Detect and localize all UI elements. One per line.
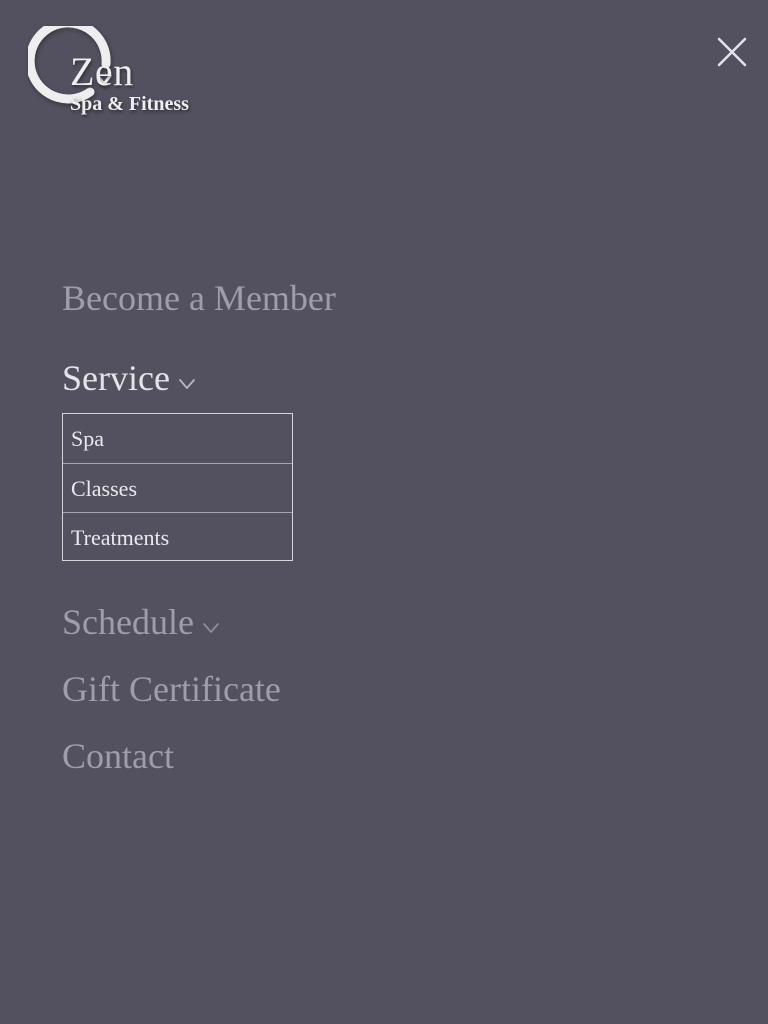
- nav-item-service[interactable]: Service: [62, 354, 196, 402]
- submenu-item-classes[interactable]: Classes: [63, 463, 292, 512]
- submenu-item-spa[interactable]: Spa: [63, 414, 292, 463]
- nav-item-label: Become a Member: [62, 278, 336, 318]
- chevron-down-icon: [178, 378, 196, 390]
- logo-tagline: Spa & Fitness: [70, 93, 189, 115]
- nav-item-label: Contact: [62, 736, 174, 776]
- nav-item-contact[interactable]: Contact: [62, 732, 174, 780]
- nav-item-label: Schedule: [62, 602, 194, 642]
- logo-brand-text: Zen: [70, 49, 134, 94]
- site-logo[interactable]: Zen Spa & Fitness: [28, 26, 218, 126]
- nav-item-label: Service: [62, 358, 170, 398]
- close-menu-button[interactable]: [710, 30, 754, 74]
- submenu-item-treatments[interactable]: Treatments: [63, 512, 292, 561]
- close-icon: [717, 37, 747, 67]
- chevron-down-icon: [202, 622, 220, 634]
- nav-item-become-a-member[interactable]: Become a Member: [62, 274, 336, 322]
- nav-item-label: Gift Certificate: [62, 669, 281, 709]
- nav-item-schedule[interactable]: Schedule: [62, 598, 220, 646]
- nav-item-gift-certificate[interactable]: Gift Certificate: [62, 665, 281, 713]
- service-submenu: Spa Classes Treatments: [62, 413, 293, 561]
